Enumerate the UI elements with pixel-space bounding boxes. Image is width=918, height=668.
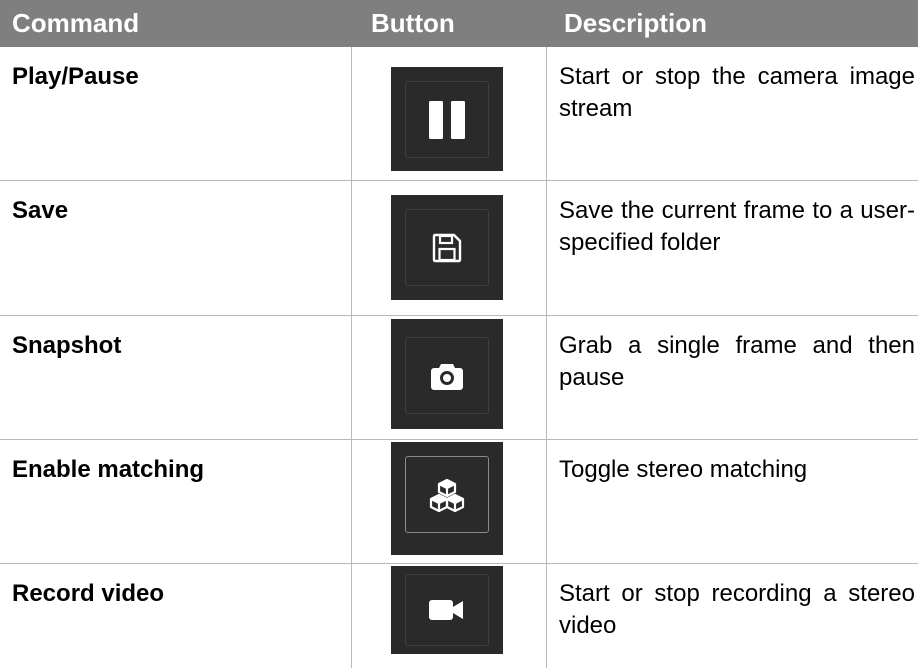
table-row: Record video Start or stop recording a s… <box>0 564 918 668</box>
command-description: Start or stop recording a stereo video <box>559 580 915 639</box>
button-panel <box>391 566 503 654</box>
record-video-button[interactable] <box>405 574 489 646</box>
command-name: Save <box>12 197 69 224</box>
video-camera-icon <box>429 600 463 620</box>
play-pause-button[interactable] <box>405 81 489 158</box>
command-description: Grab a single frame and then pause <box>559 332 915 391</box>
cubes-icon <box>429 478 465 512</box>
snapshot-button[interactable] <box>405 337 489 414</box>
table-row: Enable matching Toggle stereo matching <box>0 440 918 564</box>
command-name: Snapshot <box>12 332 122 359</box>
floppy-disk-icon <box>432 233 462 262</box>
table-row: Snapshot Grab a single frame and then pa… <box>0 316 918 440</box>
command-name: Record video <box>12 580 165 607</box>
header-description: Description <box>564 8 708 38</box>
table-row: Play/Pause Start or stop the camera imag… <box>0 47 918 181</box>
commands-table: Command Button Description Play/Pause St… <box>0 0 918 668</box>
button-panel <box>391 195 503 300</box>
header-button: Button <box>371 8 455 38</box>
command-name: Play/Pause <box>12 63 139 90</box>
button-panel <box>391 67 503 171</box>
save-button[interactable] <box>405 209 489 286</box>
command-name: Enable matching <box>12 456 205 483</box>
camera-icon <box>431 363 463 390</box>
table-header: Command Button Description <box>0 0 918 47</box>
enable-matching-button[interactable] <box>405 456 489 533</box>
table-row: Save Save the current frame to a user-sp… <box>0 181 918 316</box>
button-panel <box>391 319 503 429</box>
pause-icon <box>429 100 465 139</box>
command-description: Start or stop the camera image stream <box>559 63 915 122</box>
header-command: Command <box>12 8 140 38</box>
command-description: Toggle stereo matching <box>559 456 808 483</box>
command-description: Save the current frame to a user-specifi… <box>559 197 915 256</box>
button-panel <box>391 442 503 555</box>
